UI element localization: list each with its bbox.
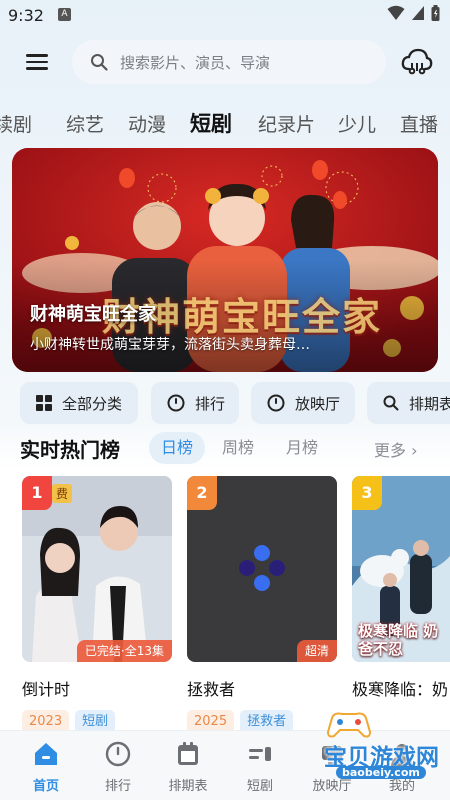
status-bar: 9:32 A xyxy=(0,0,450,32)
nav-schedule[interactable]: 排期表 xyxy=(158,741,218,794)
tab-category[interactable]: 少儿 xyxy=(338,110,376,137)
quick-button-label: 全部分类 xyxy=(62,394,123,413)
tab-daily[interactable]: 日榜 xyxy=(149,432,205,464)
poster-title-text: 极寒降临 奶爸不忍 xyxy=(358,622,439,658)
site-watermark: 宝贝游戏网 baobeiy.com xyxy=(296,706,446,786)
card-poster: 1 费 已完结·全13集 xyxy=(22,476,172,662)
quick-button-label: 排期表 xyxy=(409,394,450,413)
circle-icon xyxy=(167,394,185,412)
tab-weekly[interactable]: 周榜 xyxy=(214,432,262,464)
quick-button-label: 排行 xyxy=(195,394,226,413)
ranking-card[interactable]: 2 超清 拯救者 2025 拯救者 xyxy=(187,476,337,734)
circle-icon xyxy=(267,394,285,412)
gamepad-icon xyxy=(326,712,372,738)
more-link[interactable]: 更多 › xyxy=(374,437,418,461)
search-placeholder: 搜索影片、演员、导演 xyxy=(120,53,271,72)
nav-label: 首页 xyxy=(32,779,59,794)
schedule-button[interactable]: 排期表 xyxy=(367,382,450,424)
tab-category[interactable]: 直播 xyxy=(400,110,438,137)
nav-label: 排期表 xyxy=(168,779,208,794)
home-icon xyxy=(35,743,57,765)
nav-drama[interactable]: 短剧 xyxy=(230,741,290,794)
card-poster: 2 超清 xyxy=(187,476,337,662)
rank-badge: 2 xyxy=(187,476,217,510)
search-icon xyxy=(91,54,108,71)
menu-bar xyxy=(26,60,48,63)
all-categories-button[interactable]: 全部分类 xyxy=(20,382,138,424)
tab-category[interactable]: 续剧 xyxy=(0,110,32,137)
tab-category[interactable]: 动漫 xyxy=(128,110,166,137)
card-poster: 极寒降临 奶爸不忍 3 xyxy=(352,476,450,662)
card-status: 已完结·全13集 xyxy=(76,640,172,662)
circle-icon xyxy=(105,741,131,767)
nav-home[interactable]: 首页 xyxy=(16,741,76,794)
rank-badge: 1 xyxy=(22,476,52,510)
signal-icon xyxy=(412,6,424,20)
card-title: 倒计时 xyxy=(22,680,71,699)
drama-icon xyxy=(249,747,271,761)
nav-label: 排行 xyxy=(104,779,131,794)
ranking-card[interactable]: 极寒降临 奶爸不忍 3 极寒降临：奶 xyxy=(352,476,450,700)
poster-corner-label: 费 xyxy=(52,484,73,503)
search-input[interactable]: 搜索影片、演员、导演 xyxy=(72,40,386,84)
status-icons xyxy=(387,5,440,21)
more-label: 更多 xyxy=(374,441,407,460)
ranking-card[interactable]: 1 费 已完结·全13集 倒计时 2023 短剧 xyxy=(22,476,172,734)
search-icon xyxy=(383,395,399,411)
ranking-button[interactable]: 排行 xyxy=(151,382,239,424)
status-time: 9:32 xyxy=(8,6,44,25)
nav-label: 短剧 xyxy=(246,779,273,794)
quick-button-label: 放映厅 xyxy=(295,394,341,413)
menu-bar xyxy=(26,67,48,70)
category-tabs: 续剧 综艺 动漫 短剧 纪录片 少儿 直播 xyxy=(0,104,450,140)
watermark-url: baobeiy.com xyxy=(336,766,426,779)
chevron-right-icon: › xyxy=(411,441,418,460)
wifi-icon xyxy=(387,5,405,20)
menu-button[interactable] xyxy=(24,50,50,74)
quick-actions: 全部分类 排行 放映厅 排期表 xyxy=(20,382,450,424)
banner-subtitle: 小财神转世成萌宝芽芽，流落街头卖身葬母… xyxy=(30,337,310,353)
cloud-icon xyxy=(401,48,433,75)
calendar-icon xyxy=(178,742,198,765)
menu-bar xyxy=(26,54,48,57)
card-status: 超清 xyxy=(296,640,337,662)
tab-monthly[interactable]: 月榜 xyxy=(278,432,326,464)
grid-icon xyxy=(36,395,52,411)
nav-ranking[interactable]: 排行 xyxy=(88,741,148,794)
hot-ranking-title: 实时热门榜 xyxy=(20,438,120,462)
notification-icon: A xyxy=(58,8,71,21)
rank-badge: 3 xyxy=(352,476,382,510)
battery-icon xyxy=(431,5,440,21)
featured-banner[interactable]: 财神萌宝旺全家 财神萌宝旺全家 小财神转世成萌宝芽芽，流落街头卖身葬母… xyxy=(12,148,438,372)
theater-button[interactable]: 放映厅 xyxy=(251,382,355,424)
tab-category-active[interactable]: 短剧 xyxy=(190,108,232,138)
banner-title: 财神萌宝旺全家 xyxy=(30,304,156,325)
card-title: 极寒降临：奶 xyxy=(352,680,449,699)
card-title: 拯救者 xyxy=(187,680,236,699)
tab-category[interactable]: 综艺 xyxy=(66,110,104,137)
tab-category[interactable]: 纪录片 xyxy=(258,110,315,137)
cloud-sync-button[interactable] xyxy=(400,45,434,77)
